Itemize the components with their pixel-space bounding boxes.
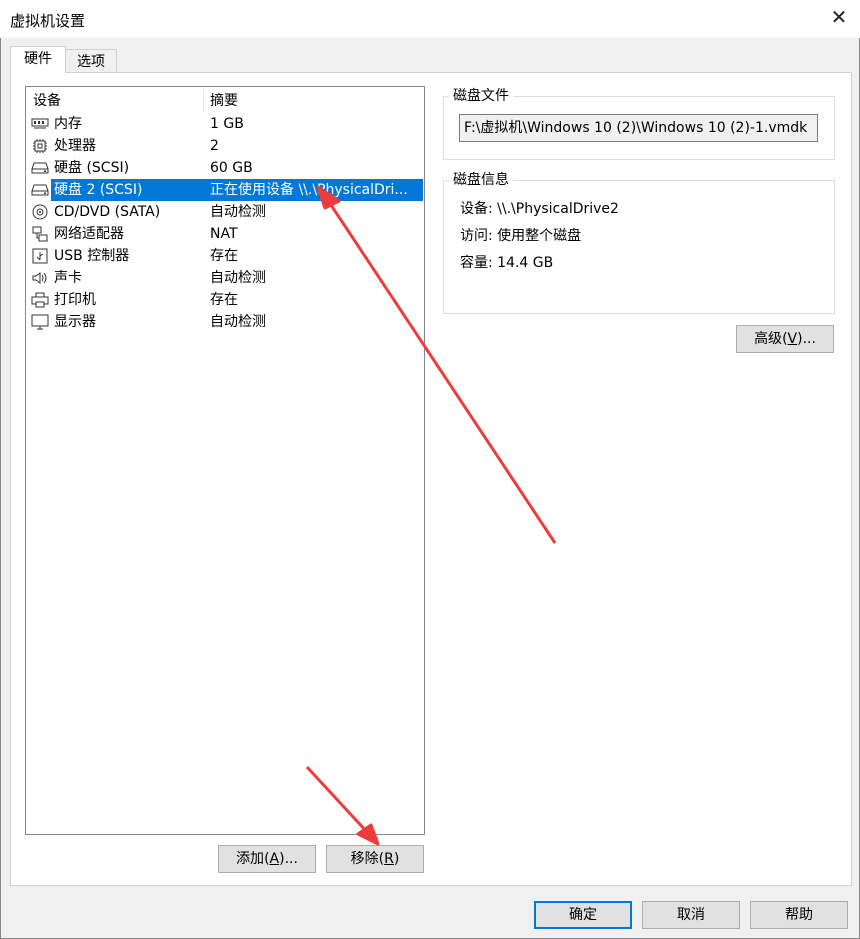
ok-button[interactable]: 确定: [534, 901, 632, 929]
device-row-usb[interactable]: USB 控制器 存在: [27, 245, 423, 267]
device-summary: 1 GB: [210, 116, 244, 132]
device-name: 声卡: [54, 270, 82, 286]
tab-hardware[interactable]: 硬件: [10, 46, 66, 73]
network-icon: [31, 226, 49, 242]
window-title: 虚拟机设置: [10, 12, 86, 30]
device-summary: 2: [210, 138, 219, 154]
device-row-harddisk-2[interactable]: 硬盘 2 (SCSI) 正在使用设备 \\.\PhysicalDri...: [27, 179, 423, 201]
add-button[interactable]: 添加(A)...: [218, 845, 316, 873]
remove-button[interactable]: 移除(R): [326, 845, 424, 873]
column-header-summary[interactable]: 摘要: [210, 90, 238, 112]
cancel-button[interactable]: 取消: [642, 901, 740, 929]
device-name: 显示器: [54, 314, 96, 330]
device-summary: 自动检测: [210, 314, 266, 330]
disk-info-device: 设备: \\.\PhysicalDrive2: [460, 201, 619, 217]
harddisk-icon: [31, 182, 49, 198]
device-row-printer[interactable]: 打印机 存在: [27, 289, 423, 311]
device-summary: 正在使用设备 \\.\PhysicalDri...: [210, 182, 408, 198]
device-summary: 自动检测: [210, 204, 266, 220]
advanced-button[interactable]: 高级(V)...: [736, 325, 834, 353]
device-summary: 60 GB: [210, 160, 253, 176]
harddisk-icon: [31, 160, 49, 176]
usb-icon: [31, 248, 49, 264]
device-summary: 自动检测: [210, 270, 266, 286]
monitor-icon: [31, 314, 49, 330]
disk-file-group-title: 磁盘文件: [449, 88, 513, 104]
device-row-memory[interactable]: 内存 1 GB: [27, 113, 423, 135]
close-icon[interactable]: ✕: [828, 6, 850, 28]
device-summary: 存在: [210, 248, 238, 264]
device-row-display[interactable]: 显示器 自动检测: [27, 311, 423, 333]
device-name: CD/DVD (SATA): [54, 204, 161, 220]
memory-icon: [31, 116, 49, 132]
device-name: 处理器: [54, 138, 96, 154]
device-row-harddisk[interactable]: 硬盘 (SCSI) 60 GB: [27, 157, 423, 179]
speaker-icon: [31, 270, 49, 286]
disk-file-path-field[interactable]: F:\虚拟机\Windows 10 (2)\Windows 10 (2)-1.v…: [459, 114, 818, 142]
processor-icon: [31, 138, 49, 154]
disk-info-access: 访问: 使用整个磁盘: [460, 228, 582, 244]
device-summary: NAT: [210, 226, 238, 242]
device-row-network[interactable]: 网络适配器 NAT: [27, 223, 423, 245]
column-separator[interactable]: [203, 90, 204, 112]
title-bar: [0, 0, 860, 38]
device-name: USB 控制器: [54, 248, 130, 264]
device-name: 打印机: [54, 292, 96, 308]
device-name: 硬盘 (SCSI): [54, 160, 130, 176]
help-button[interactable]: 帮助: [750, 901, 848, 929]
device-name: 硬盘 2 (SCSI): [54, 182, 143, 198]
disk-info-group-title: 磁盘信息: [449, 172, 513, 188]
disk-info-capacity: 容量: 14.4 GB: [460, 255, 554, 271]
device-row-cdrom[interactable]: CD/DVD (SATA) 自动检测: [27, 201, 423, 223]
device-name: 内存: [54, 116, 82, 132]
printer-icon: [31, 292, 49, 308]
tab-options[interactable]: 选项: [65, 49, 117, 73]
device-row-sound[interactable]: 声卡 自动检测: [27, 267, 423, 289]
device-name: 网络适配器: [54, 226, 124, 242]
column-header-device[interactable]: 设备: [33, 90, 61, 112]
device-summary: 存在: [210, 292, 238, 308]
device-row-processor[interactable]: 处理器 2: [27, 135, 423, 157]
cdrom-icon: [31, 204, 49, 220]
